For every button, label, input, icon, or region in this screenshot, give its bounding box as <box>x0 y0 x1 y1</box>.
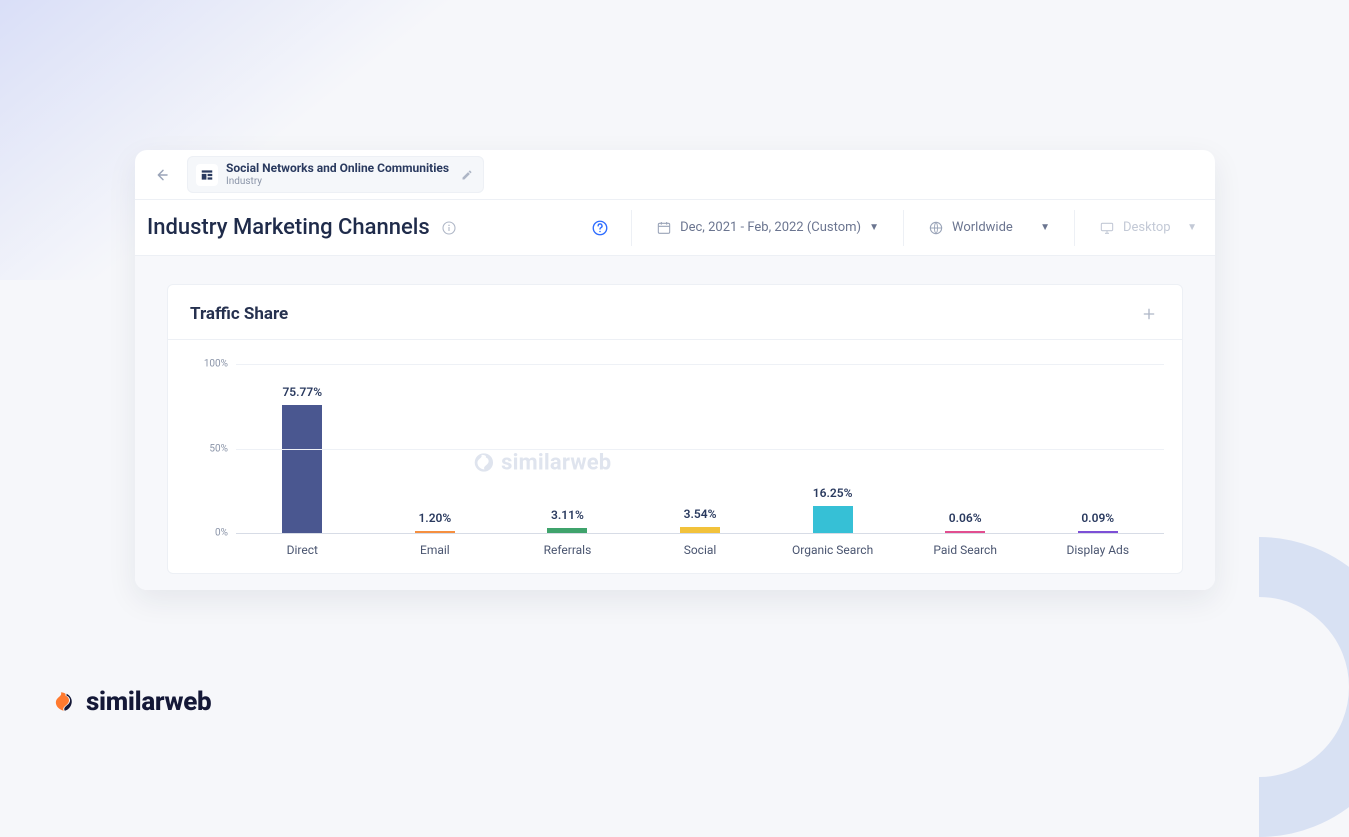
x-tick-label: Paid Search <box>899 543 1032 557</box>
help-button[interactable] <box>591 219 609 237</box>
x-tick-label: Email <box>369 543 502 557</box>
bar-value-label: 0.06% <box>949 511 982 525</box>
x-tick-label: Social <box>634 543 767 557</box>
separator <box>1074 210 1075 246</box>
date-range-value: Dec, 2021 - Feb, 2022 (Custom) <box>680 220 861 235</box>
similarweb-icon <box>50 688 78 716</box>
bar-value-label: 75.77% <box>282 385 322 399</box>
edit-context-button[interactable] <box>461 169 473 181</box>
bar-value-label: 16.25% <box>813 486 853 500</box>
arrow-left-icon <box>153 167 169 183</box>
separator <box>631 210 632 246</box>
bar-value-label: 3.11% <box>551 508 584 522</box>
region-value: Worldwide <box>952 220 1013 235</box>
help-icon <box>591 219 609 237</box>
desktop-icon <box>1099 220 1115 236</box>
caret-down-icon: ▼ <box>869 222 879 233</box>
separator <box>903 210 904 246</box>
region-selector[interactable]: Worldwide ▼ <box>914 220 1064 236</box>
y-tick-label: 0% <box>215 528 228 539</box>
dashboard-card: Social Networks and Online Communities I… <box>135 150 1215 590</box>
traffic-share-chart: 0%50%100% similarweb 75.77%1.20%3.11%3.5… <box>168 340 1182 573</box>
context-subtitle: Industry <box>226 176 449 187</box>
device-selector: Desktop ▼ <box>1085 220 1215 236</box>
device-value: Desktop <box>1123 220 1171 235</box>
bar-value-label: 0.09% <box>1081 511 1114 525</box>
y-tick-label: 50% <box>209 443 228 454</box>
baseline <box>236 533 1164 534</box>
chart-title: Traffic Share <box>190 304 288 324</box>
date-range-selector[interactable]: Dec, 2021 - Feb, 2022 (Custom) ▼ <box>642 220 893 236</box>
context-title: Social Networks and Online Communities <box>226 162 449 175</box>
page-title: Industry Marketing Channels <box>147 215 430 240</box>
filter-bar: Industry Marketing Channels Dec, 2021 - … <box>135 200 1215 256</box>
bar[interactable] <box>282 405 322 533</box>
back-button[interactable] <box>147 161 175 189</box>
bar-value-label: 1.20% <box>418 511 451 525</box>
y-tick-label: 100% <box>204 359 228 370</box>
brand-text: similarweb <box>86 687 211 717</box>
calendar-icon <box>656 220 672 236</box>
globe-icon <box>928 220 944 236</box>
caret-down-icon: ▼ <box>1187 222 1197 233</box>
context-bar: Social Networks and Online Communities I… <box>135 150 1215 200</box>
brand-logo: similarweb <box>50 687 211 717</box>
plus-icon <box>1141 306 1157 322</box>
bar[interactable] <box>813 506 853 533</box>
bar-value-label: 3.54% <box>684 507 717 521</box>
info-icon[interactable] <box>440 219 458 237</box>
caret-down-icon: ▼ <box>1040 222 1050 233</box>
x-tick-label: Organic Search <box>766 543 899 557</box>
grid-line <box>236 364 1164 365</box>
traffic-share-card: Traffic Share 0%50%100% similarweb 75.77… <box>167 284 1183 574</box>
grid-line <box>236 449 1164 450</box>
x-tick-label: Referrals <box>501 543 634 557</box>
category-icon <box>196 164 218 186</box>
add-widget-button[interactable] <box>1138 303 1160 325</box>
x-tick-label: Display Ads <box>1031 543 1164 557</box>
context-pill[interactable]: Social Networks and Online Communities I… <box>187 156 484 192</box>
pencil-icon <box>461 169 473 181</box>
x-tick-label: Direct <box>236 543 369 557</box>
